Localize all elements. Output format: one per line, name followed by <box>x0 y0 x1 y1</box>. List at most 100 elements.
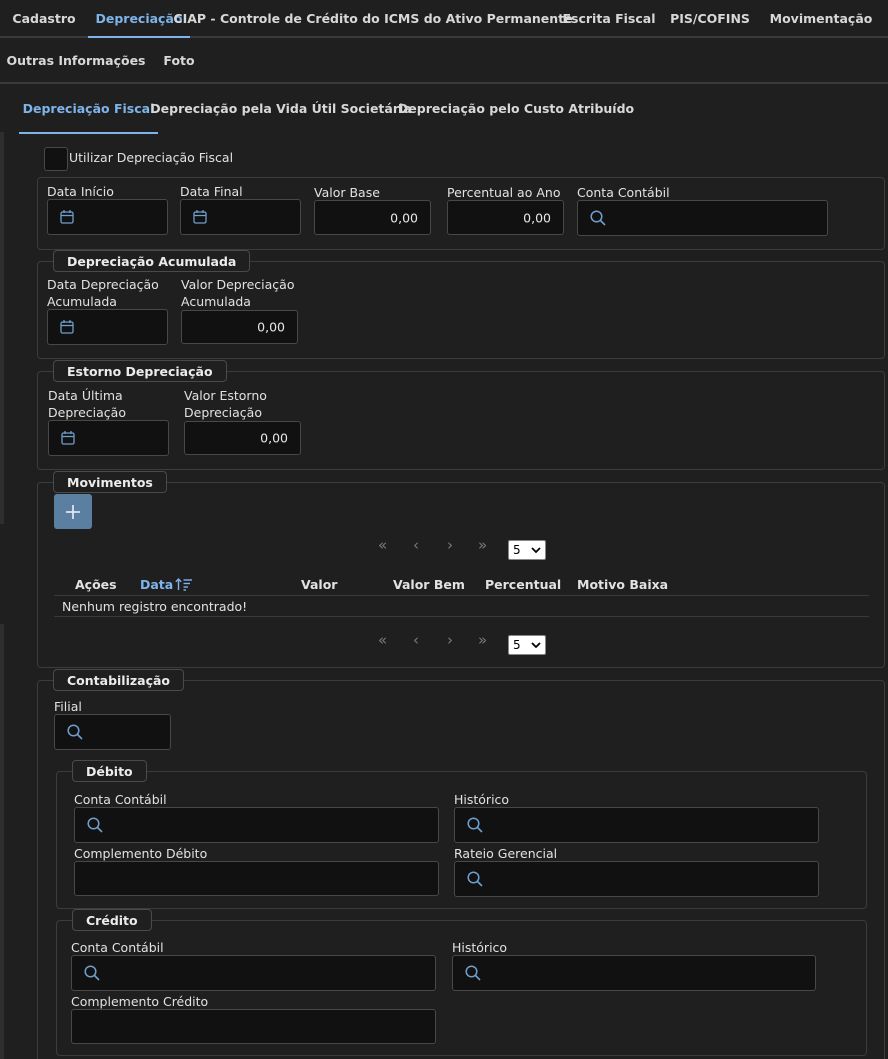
depreciation-subtabs: Depreciação Fiscal Depreciação pela Vida… <box>0 84 888 134</box>
data-inicio-label: Data Início <box>47 184 114 199</box>
tab-escrita-fiscal[interactable]: Escrita Fiscal <box>556 0 662 36</box>
valor-base-value: 0,00 <box>390 210 418 225</box>
first-page-button[interactable]: « <box>378 631 387 649</box>
complemento-credito-input[interactable] <box>71 1009 436 1044</box>
movimentos-group <box>37 482 885 668</box>
data-acumulada-label-line2: Acumulada <box>47 294 117 309</box>
data-final-input[interactable] <box>180 199 301 235</box>
credito-historico-input[interactable] <box>452 955 816 991</box>
prev-page-button[interactable]: ‹ <box>413 631 419 649</box>
tab-ciap[interactable]: CIAP - Controle de Crédito do ICMS do At… <box>173 0 572 36</box>
debito-conta-label: Conta Contábil <box>74 792 167 807</box>
plus-icon <box>66 504 80 519</box>
data-ultima-label-line2: Depreciação <box>48 405 126 420</box>
debito-conta-input[interactable] <box>74 807 439 843</box>
search-icon[interactable] <box>67 724 83 740</box>
debito-historico-input[interactable] <box>454 807 819 843</box>
search-icon[interactable] <box>467 817 483 833</box>
tab-movimentacao[interactable]: Movimentação <box>758 0 884 36</box>
valor-estorno-label-line2: Depreciação <box>184 405 262 420</box>
next-page-button[interactable]: › <box>447 536 453 554</box>
tab-pis-cofins[interactable]: PIS/COFINS <box>662 0 758 36</box>
depreciacao-acumulada-legend: Depreciação Acumulada <box>53 250 251 272</box>
complemento-debito-input[interactable] <box>74 861 439 896</box>
use-fiscal-depreciation-label: Utilizar Depreciação Fiscal <box>69 150 234 165</box>
table-bottom-divider <box>54 616 869 617</box>
calendar-icon[interactable] <box>61 431 75 446</box>
search-icon[interactable] <box>465 965 481 981</box>
main-tabs-row1: Cadastro Depreciação CIAP - Controle de … <box>0 0 888 38</box>
percentual-value: 0,00 <box>523 210 551 225</box>
valor-acumulada-label-line2: Acumulada <box>181 294 251 309</box>
chevron-down-icon <box>531 547 541 554</box>
valor-base-input[interactable]: 0,00 <box>314 200 431 235</box>
empty-table-message: Nenhum registro encontrado! <box>62 599 248 614</box>
add-movimento-button[interactable] <box>54 494 92 529</box>
search-icon[interactable] <box>467 871 483 887</box>
column-valor: Valor <box>301 577 338 592</box>
subtab-custo-atribuido[interactable]: Depreciação pelo Custo Atribuído <box>398 84 634 132</box>
data-final-label: Data Final <box>180 184 243 199</box>
left-edge-strip <box>0 624 4 1059</box>
search-icon[interactable] <box>590 210 606 226</box>
contabilizacao-legend: Contabilização <box>53 669 185 691</box>
use-fiscal-depreciation-checkbox[interactable] <box>44 147 68 171</box>
data-ultima-input[interactable] <box>48 420 169 456</box>
tab-foto[interactable]: Foto <box>152 38 206 82</box>
rateio-gerencial-label: Rateio Gerencial <box>454 846 558 861</box>
page-size-select[interactable]: 5 <box>508 635 546 655</box>
rateio-gerencial-input[interactable] <box>454 861 819 897</box>
page-size-select[interactable]: 5 <box>508 540 546 560</box>
column-valor-bem: Valor Bem <box>393 577 465 592</box>
credito-historico-label: Histórico <box>452 940 508 955</box>
column-percentual: Percentual <box>485 577 562 592</box>
page-size-value: 5 <box>513 543 521 557</box>
tab-cadastro[interactable]: Cadastro <box>0 0 88 36</box>
column-data[interactable]: Data <box>140 577 173 592</box>
data-acumulada-input[interactable] <box>47 309 168 345</box>
valor-acumulada-label-line1: Valor Depreciação <box>181 277 295 292</box>
movimentos-legend: Movimentos <box>53 471 167 493</box>
valor-base-label: Valor Base <box>314 185 380 200</box>
calendar-icon[interactable] <box>60 210 74 225</box>
column-motivo-baixa: Motivo Baixa <box>577 577 669 592</box>
calendar-icon[interactable] <box>60 320 74 335</box>
tab-outras-informacoes[interactable]: Outras Informações <box>0 38 152 82</box>
credito-conta-input[interactable] <box>71 955 436 991</box>
search-icon[interactable] <box>87 817 103 833</box>
subtab-depreciacao-fiscal[interactable]: Depreciação Fiscal <box>19 84 158 134</box>
percentual-input[interactable]: 0,00 <box>447 200 564 235</box>
valor-estorno-label-line1: Valor Estorno <box>184 388 267 403</box>
valor-estorno-value: 0,00 <box>260 430 288 446</box>
estorno-depreciacao-legend: Estorno Depreciação <box>53 360 227 382</box>
conta-contabil-input[interactable] <box>577 200 828 236</box>
main-tabs-row2: Outras Informações Foto <box>0 38 888 84</box>
calendar-icon[interactable] <box>193 210 207 225</box>
data-inicio-input[interactable] <box>47 199 168 235</box>
conta-contabil-label: Conta Contábil <box>577 185 670 200</box>
filial-input[interactable] <box>54 714 171 750</box>
debito-historico-label: Histórico <box>454 792 510 807</box>
credito-conta-label: Conta Contábil <box>71 940 164 955</box>
chevron-down-icon <box>531 642 541 649</box>
percentual-label: Percentual ao Ano <box>447 185 561 200</box>
subtab-vida-util[interactable]: Depreciação pela Vida Útil Societária <box>150 84 411 132</box>
complemento-debito-label: Complemento Débito <box>74 846 208 861</box>
table-header-divider <box>54 595 869 596</box>
first-page-button[interactable]: « <box>378 536 387 554</box>
column-acoes: Ações <box>75 577 117 592</box>
left-edge-strip <box>0 132 4 524</box>
valor-estorno-input[interactable]: 0,00 <box>184 421 301 455</box>
next-page-button[interactable]: › <box>447 631 453 649</box>
last-page-button[interactable]: » <box>478 536 487 554</box>
sort-ascending-icon[interactable] <box>175 578 193 591</box>
prev-page-button[interactable]: ‹ <box>413 536 419 554</box>
valor-acumulada-input[interactable]: 0,00 <box>181 310 298 344</box>
last-page-button[interactable]: » <box>478 631 487 649</box>
valor-acumulada-value: 0,00 <box>257 319 285 335</box>
data-acumulada-label-line1: Data Depreciação <box>47 277 159 292</box>
debito-legend: Débito <box>72 760 147 782</box>
credito-legend: Crédito <box>72 909 152 931</box>
search-icon[interactable] <box>84 965 100 981</box>
data-ultima-label-line1: Data Última <box>48 388 123 403</box>
